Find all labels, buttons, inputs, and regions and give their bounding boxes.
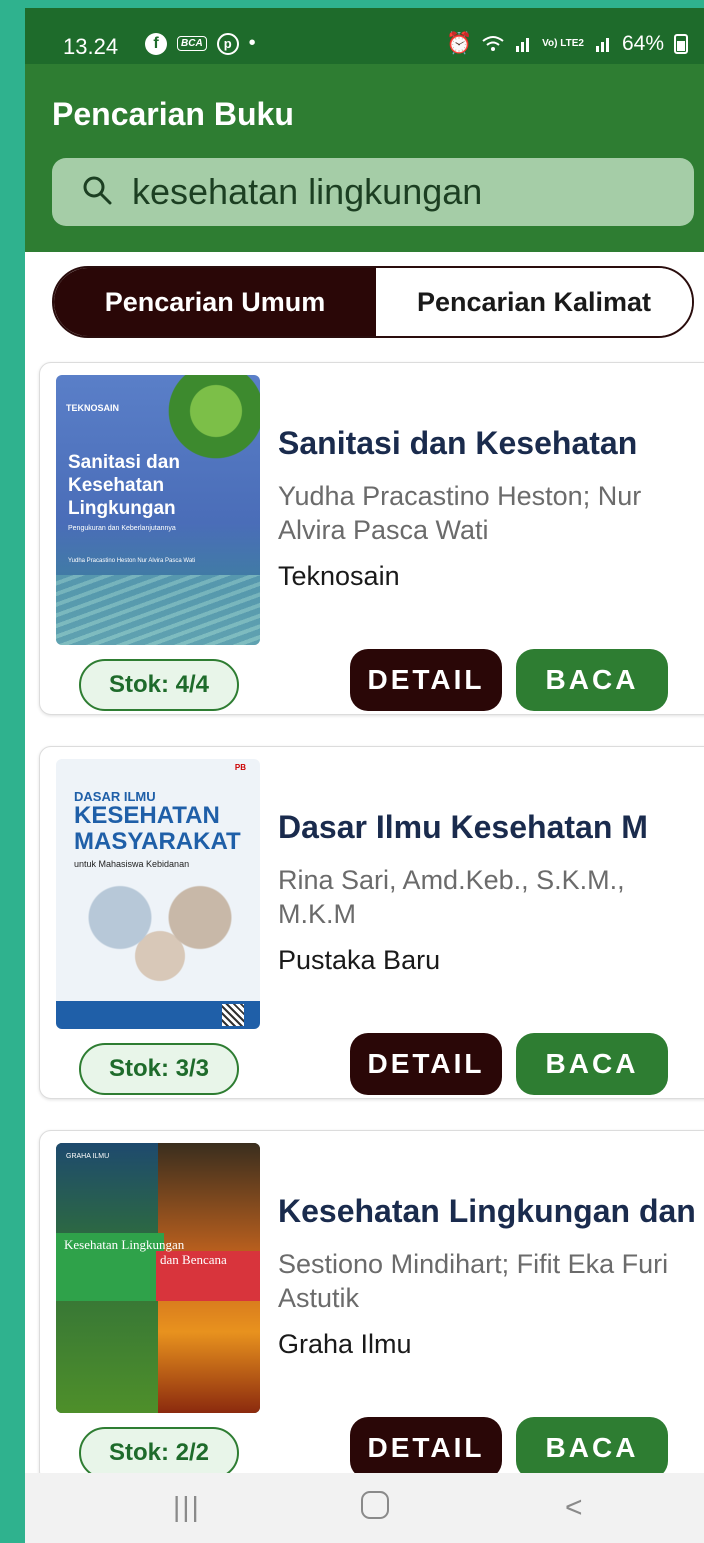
tab-pencarian-umum[interactable]: Pencarian Umum bbox=[54, 268, 376, 336]
battery-icon bbox=[674, 34, 688, 54]
pinterest-icon: p bbox=[216, 32, 239, 55]
read-button[interactable]: BACA bbox=[516, 649, 668, 711]
book-title[interactable]: Dasar Ilmu Kesehatan M bbox=[278, 809, 704, 846]
detail-button[interactable]: DETAIL bbox=[350, 649, 502, 711]
alarm-icon: ⏰ bbox=[445, 32, 473, 55]
cover-subtitle: Pengukuran dan Keberlanjutannya bbox=[68, 525, 176, 532]
phone-screen: 13.24 f BCA p • ⏰ Vo) LTE2 64% Pencarian… bbox=[25, 8, 704, 1543]
book-card: GRAHA ILMU Kesehatan Lingkungan dan Benc… bbox=[39, 1130, 704, 1483]
detail-button[interactable]: DETAIL bbox=[350, 1033, 502, 1095]
notification-icons: f BCA p • bbox=[145, 32, 256, 55]
cover-subtitle: untuk Mahasiswa Kebidanan bbox=[74, 859, 190, 869]
detail-button[interactable]: DETAIL bbox=[350, 1417, 502, 1479]
bca-mobile-icon: BCA bbox=[177, 36, 207, 51]
dot-icon: • bbox=[248, 32, 256, 54]
cover-title-line2: KESEHATAN MASYARAKAT bbox=[74, 802, 241, 855]
water-graphic bbox=[56, 575, 260, 645]
system-nav-bar: ||| < bbox=[25, 1473, 704, 1543]
book-author: Rina Sari, Amd.Keb., S.K.M., M.K.M bbox=[278, 865, 625, 929]
book-publisher: Pustaka Baru bbox=[278, 945, 441, 975]
system-icons: ⏰ Vo) LTE2 64% bbox=[446, 32, 688, 56]
book-cover[interactable]: PB DASAR ILMU KESEHATAN MASYARAKAT untuk… bbox=[56, 759, 260, 1029]
status-time: 13.24 bbox=[63, 34, 119, 59]
back-icon[interactable]: < bbox=[565, 1491, 583, 1525]
book-author: Sestiono Mindihart; Fifit Eka Furi Astut… bbox=[278, 1249, 669, 1313]
recents-icon[interactable]: ||| bbox=[173, 1491, 201, 1523]
cover-authors: Yudha Pracastino Heston Nur Alvira Pasca… bbox=[68, 558, 196, 564]
cover-publisher: GRAHA ILMU bbox=[66, 1153, 110, 1160]
cover-title-right: dan Bencana bbox=[160, 1252, 227, 1267]
battery-percent: 64% bbox=[621, 32, 664, 55]
cover-title: Sanitasi dan Kesehatan Lingkungan bbox=[68, 452, 180, 519]
search-input[interactable] bbox=[132, 171, 692, 213]
book-author: Yudha Pracastino Heston; Nur Alvira Pasc… bbox=[278, 481, 642, 545]
book-title[interactable]: Sanitasi dan Kesehatan bbox=[278, 425, 704, 462]
cover-publisher: TEKNOSAIN bbox=[66, 403, 120, 413]
book-cover[interactable]: GRAHA ILMU Kesehatan Lingkungan dan Benc… bbox=[56, 1143, 260, 1413]
cover-badge: PB bbox=[234, 763, 246, 772]
read-button[interactable]: BACA bbox=[516, 1417, 668, 1479]
network-label: Vo) LTE2 bbox=[542, 38, 584, 49]
search-icon bbox=[82, 175, 112, 210]
book-card: PB DASAR ILMU KESEHATAN MASYARAKAT untuk… bbox=[39, 746, 704, 1099]
book-cover[interactable]: TEKNOSAIN Sanitasi dan Kesehatan Lingkun… bbox=[56, 375, 260, 645]
page-title: Pencarian Buku bbox=[52, 96, 294, 132]
qr-code-icon bbox=[222, 1004, 244, 1026]
book-title[interactable]: Kesehatan Lingkungan dan Bencana bbox=[278, 1193, 704, 1230]
read-button[interactable]: BACA bbox=[516, 1033, 668, 1095]
facebook-icon: f bbox=[145, 32, 167, 55]
book-card: TEKNOSAIN Sanitasi dan Kesehatan Lingkun… bbox=[39, 362, 704, 715]
stock-badge: Stok: 4/4 bbox=[79, 659, 239, 711]
signal-2-icon bbox=[594, 35, 612, 53]
app-bar: Pencarian Buku bbox=[25, 64, 704, 252]
search-mode-tabs: Pencarian Umum Pencarian Kalimat bbox=[52, 266, 694, 338]
search-bar[interactable] bbox=[52, 158, 694, 226]
book-publisher: Teknosain bbox=[278, 561, 400, 591]
home-icon[interactable] bbox=[361, 1491, 389, 1519]
cover-photos bbox=[80, 879, 240, 989]
book-publisher: Graha Ilmu bbox=[278, 1329, 412, 1359]
stock-badge: Stok: 2/2 bbox=[79, 1427, 239, 1479]
stock-badge: Stok: 3/3 bbox=[79, 1043, 239, 1095]
status-bar: 13.24 f BCA p • ⏰ Vo) LTE2 64% bbox=[25, 8, 704, 64]
wifi-icon bbox=[482, 35, 504, 53]
tab-pencarian-kalimat[interactable]: Pencarian Kalimat bbox=[376, 268, 692, 336]
signal-icon bbox=[514, 35, 532, 53]
